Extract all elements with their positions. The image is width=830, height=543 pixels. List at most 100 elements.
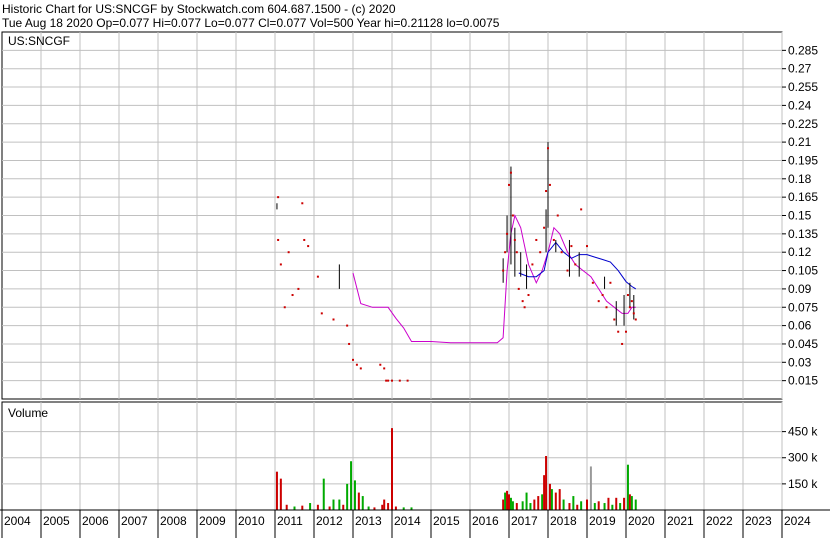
volume-bar xyxy=(562,499,565,510)
volume-bar xyxy=(626,464,629,510)
price-point xyxy=(539,251,542,254)
volume-bar xyxy=(502,499,505,510)
volume-bar xyxy=(545,456,548,510)
price-point xyxy=(545,190,548,193)
price-tick-label: 0.165 xyxy=(788,190,818,204)
price-point xyxy=(508,183,510,186)
price-point xyxy=(517,287,520,290)
x-tick-label: 2006 xyxy=(82,514,109,528)
volume-bar xyxy=(367,506,370,510)
price-tick-label: 0.03 xyxy=(788,355,812,369)
volume-bar xyxy=(391,428,393,510)
price-point xyxy=(379,363,382,366)
volume-tick-label: 300 k xyxy=(788,451,818,465)
price-point xyxy=(634,318,637,321)
price-point xyxy=(628,306,631,309)
volume-bar xyxy=(529,503,532,510)
price-point xyxy=(566,269,569,272)
price-point xyxy=(556,214,559,217)
volume-bar xyxy=(328,506,331,510)
price-point xyxy=(601,294,604,297)
volume-bar xyxy=(332,499,335,510)
volume-bar xyxy=(586,499,588,510)
price-point xyxy=(348,342,351,345)
price-point xyxy=(504,251,507,254)
volume-bar xyxy=(568,503,571,510)
volume-bar xyxy=(316,504,319,510)
volume-bar xyxy=(630,496,633,510)
x-tick-label: 2005 xyxy=(43,514,70,528)
price-point xyxy=(398,379,401,382)
volume-bar xyxy=(572,496,575,510)
volume-bar xyxy=(597,501,600,510)
x-tick-label: 2004 xyxy=(4,514,31,528)
volume-bar xyxy=(589,466,592,510)
price-point xyxy=(547,147,549,150)
volume-bar xyxy=(342,504,345,510)
volume-bar xyxy=(619,503,622,510)
price-point xyxy=(391,379,393,382)
price-point xyxy=(320,312,323,315)
price-panel: 0.285 0.27 0.255 0.24 0.225 0.21 0.195 0.18 0.16… xyxy=(1,31,818,400)
volume-bar xyxy=(509,497,512,510)
volume-bar xyxy=(350,461,353,510)
price-point xyxy=(297,287,300,290)
volume-bar xyxy=(554,492,557,510)
volume-bar xyxy=(346,483,349,510)
price-tick-label: 0.255 xyxy=(788,80,818,94)
volume-bar xyxy=(634,499,637,510)
volume-bar xyxy=(353,480,356,510)
x-tick-label: 2020 xyxy=(628,514,655,528)
volume-bar xyxy=(361,496,364,510)
price-point xyxy=(570,245,573,248)
price-tick-label: 0.09 xyxy=(788,282,812,296)
volume-bar xyxy=(515,503,518,510)
price-point xyxy=(291,294,294,297)
volume-bar xyxy=(322,478,325,510)
x-tick-label: 2009 xyxy=(199,514,226,528)
volume-bar xyxy=(309,503,312,510)
price-tick-label: 0.105 xyxy=(788,264,818,278)
volume-bar xyxy=(506,490,509,510)
volume-bar xyxy=(593,503,596,510)
volume-bar xyxy=(623,497,626,510)
volume-bar xyxy=(285,504,288,510)
volume-panel: 450 k 300 k 150 k xyxy=(1,401,818,511)
x-tick-label: 2024 xyxy=(784,514,811,528)
price-tick-label: 0.24 xyxy=(788,98,812,112)
x-tick-label: 2017 xyxy=(511,514,538,528)
price-point xyxy=(548,183,551,186)
volume-bar xyxy=(293,506,296,510)
volume-bar xyxy=(541,494,544,510)
price-tick-label: 0.045 xyxy=(788,337,818,351)
x-tick-label: 2022 xyxy=(706,514,733,528)
x-tick-label: 2018 xyxy=(550,514,577,528)
price-point xyxy=(509,171,512,174)
price-point xyxy=(535,238,538,241)
price-point xyxy=(586,245,588,248)
price-tick-label: 0.21 xyxy=(788,135,812,149)
x-tick-label: 2021 xyxy=(667,514,694,528)
volume-bar xyxy=(550,489,553,510)
price-point xyxy=(591,281,594,284)
price-point xyxy=(521,300,524,303)
price-point xyxy=(515,251,518,254)
price-point xyxy=(352,358,354,361)
volume-bar xyxy=(525,492,528,510)
x-tick-label: 2023 xyxy=(745,514,772,528)
price-point xyxy=(283,306,286,309)
volume-bar xyxy=(521,501,524,510)
x-tick-label: 2011 xyxy=(277,514,303,528)
price-point xyxy=(552,238,555,241)
volume-bar xyxy=(381,504,384,510)
x-axis: 2004 2005 2006 2007 2008 2009 2010 2011 2012 2013… xyxy=(0,509,830,538)
x-tick-label: 2007 xyxy=(121,514,148,528)
volume-bar xyxy=(603,503,606,510)
price-point xyxy=(560,251,563,254)
price-point xyxy=(523,306,526,309)
volume-bar xyxy=(558,489,561,510)
volume-bar xyxy=(508,494,510,510)
price-point xyxy=(605,306,608,309)
price-point xyxy=(580,208,583,211)
x-tick-label: 2010 xyxy=(238,514,265,528)
